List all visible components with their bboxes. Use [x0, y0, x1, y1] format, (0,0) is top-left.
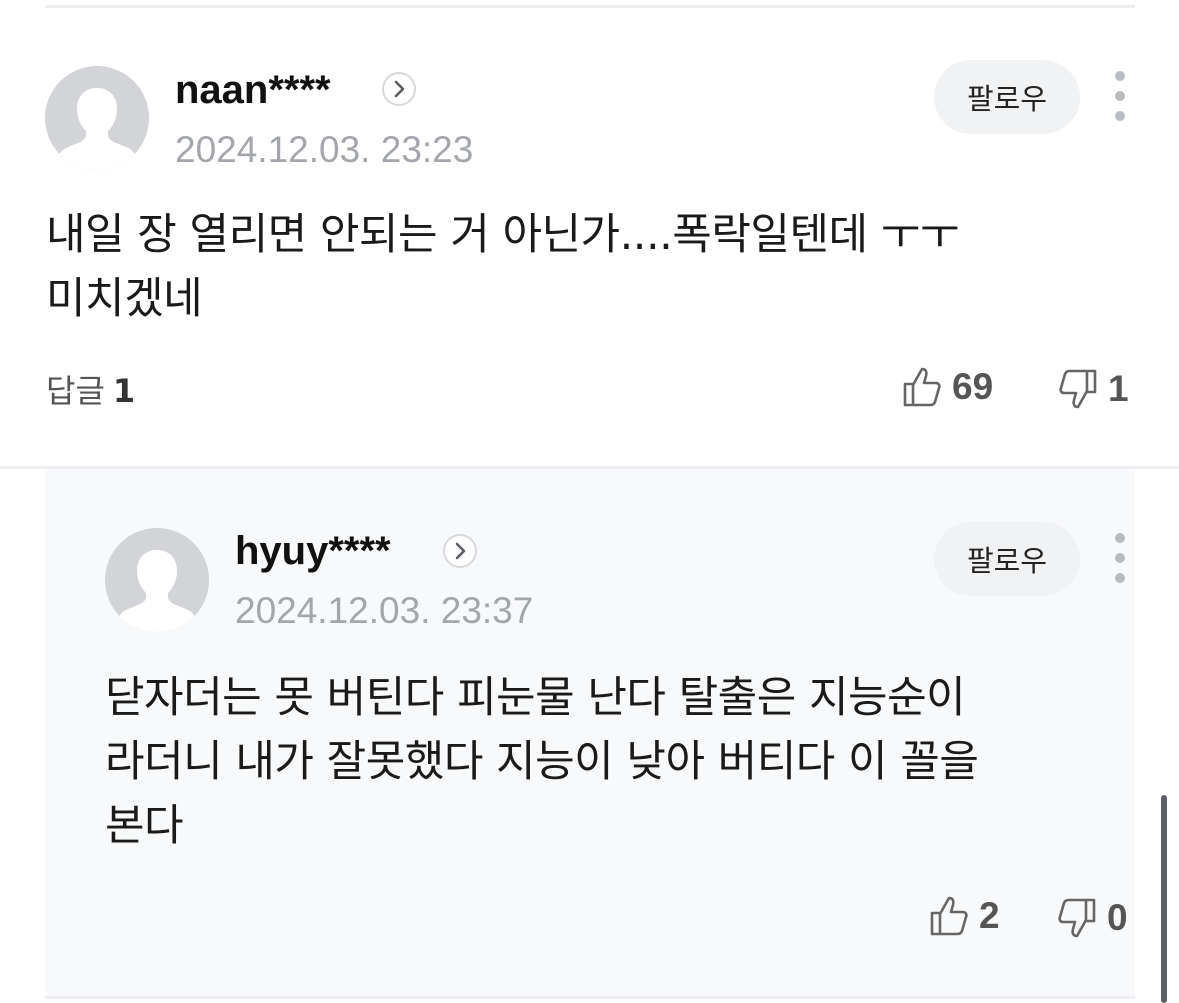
user-avatar[interactable]: [105, 528, 209, 632]
dislike-button[interactable]: 0: [1057, 897, 1128, 939]
reply-label: 답글: [46, 372, 105, 410]
like-button[interactable]: 69: [902, 366, 993, 408]
like-button[interactable]: 2: [929, 895, 1000, 937]
default-avatar-icon: [45, 66, 149, 170]
comment-item: naan**** 2024.12.03. 23:23 팔로우 내일 장 열리면 …: [0, 0, 1179, 466]
username[interactable]: hyuy****: [235, 531, 391, 571]
thumbs-up-icon: [903, 367, 941, 407]
more-options-button[interactable]: [1112, 68, 1128, 126]
like-count: 2: [979, 895, 1000, 936]
comment-text-line: 내일 장 열리면 안되는 거 아닌가....폭락일텐데 ㅜㅜ: [46, 210, 959, 260]
dislike-count: 0: [1107, 897, 1128, 938]
reply-count: 1: [112, 372, 136, 410]
like-count: 69: [952, 366, 994, 407]
profile-link-button[interactable]: [382, 72, 416, 106]
comment-text: 내일 장 열리면 안되는 거 아닌가....폭락일텐데 ㅜㅜ 미치겠네: [46, 203, 1136, 331]
more-vertical-icon: [1115, 71, 1125, 81]
comment-text-line: 미치겠네: [46, 274, 203, 324]
dislike-button[interactable]: 1: [1058, 368, 1129, 410]
comment-timestamp: 2024.12.03. 23:23: [175, 129, 474, 170]
user-avatar[interactable]: [45, 66, 149, 170]
reply-text-line: 닫자더는 못 버틴다 피눈물 난다 탈출은 지능순이: [105, 673, 966, 723]
username[interactable]: naan****: [175, 70, 331, 110]
reply-timestamp: 2024.12.03. 23:37: [235, 590, 534, 631]
reply-toggle-button[interactable]: 답글 1: [46, 366, 135, 412]
follow-button[interactable]: 팔로우: [934, 522, 1080, 596]
more-options-button[interactable]: [1112, 530, 1128, 588]
thumbs-down-icon: [1059, 369, 1097, 409]
reply-text: 닫자더는 못 버틴다 피눈물 난다 탈출은 지능순이 라더니 내가 잘못했다 지…: [105, 666, 1115, 858]
default-avatar-icon: [105, 528, 209, 632]
chevron-right-icon: [455, 542, 466, 560]
reply-item: hyuy**** 2024.12.03. 23:37 팔로우 닫자더는 못 버틴…: [45, 469, 1135, 996]
profile-link-button[interactable]: [443, 534, 477, 568]
reply-text-line: 본다: [105, 801, 184, 851]
more-vertical-icon: [1115, 533, 1125, 543]
scrollbar-thumb[interactable]: [1161, 795, 1167, 1003]
bottom-divider: [45, 996, 1135, 999]
thumbs-down-icon: [1058, 898, 1096, 938]
reply-text-line: 라더니 내가 잘못했다 지능이 낮아 버티다 이 꼴을: [105, 737, 979, 787]
dislike-count: 1: [1108, 368, 1129, 409]
follow-button[interactable]: 팔로우: [934, 60, 1080, 134]
chevron-right-icon: [394, 80, 405, 98]
thumbs-up-icon: [930, 896, 968, 936]
